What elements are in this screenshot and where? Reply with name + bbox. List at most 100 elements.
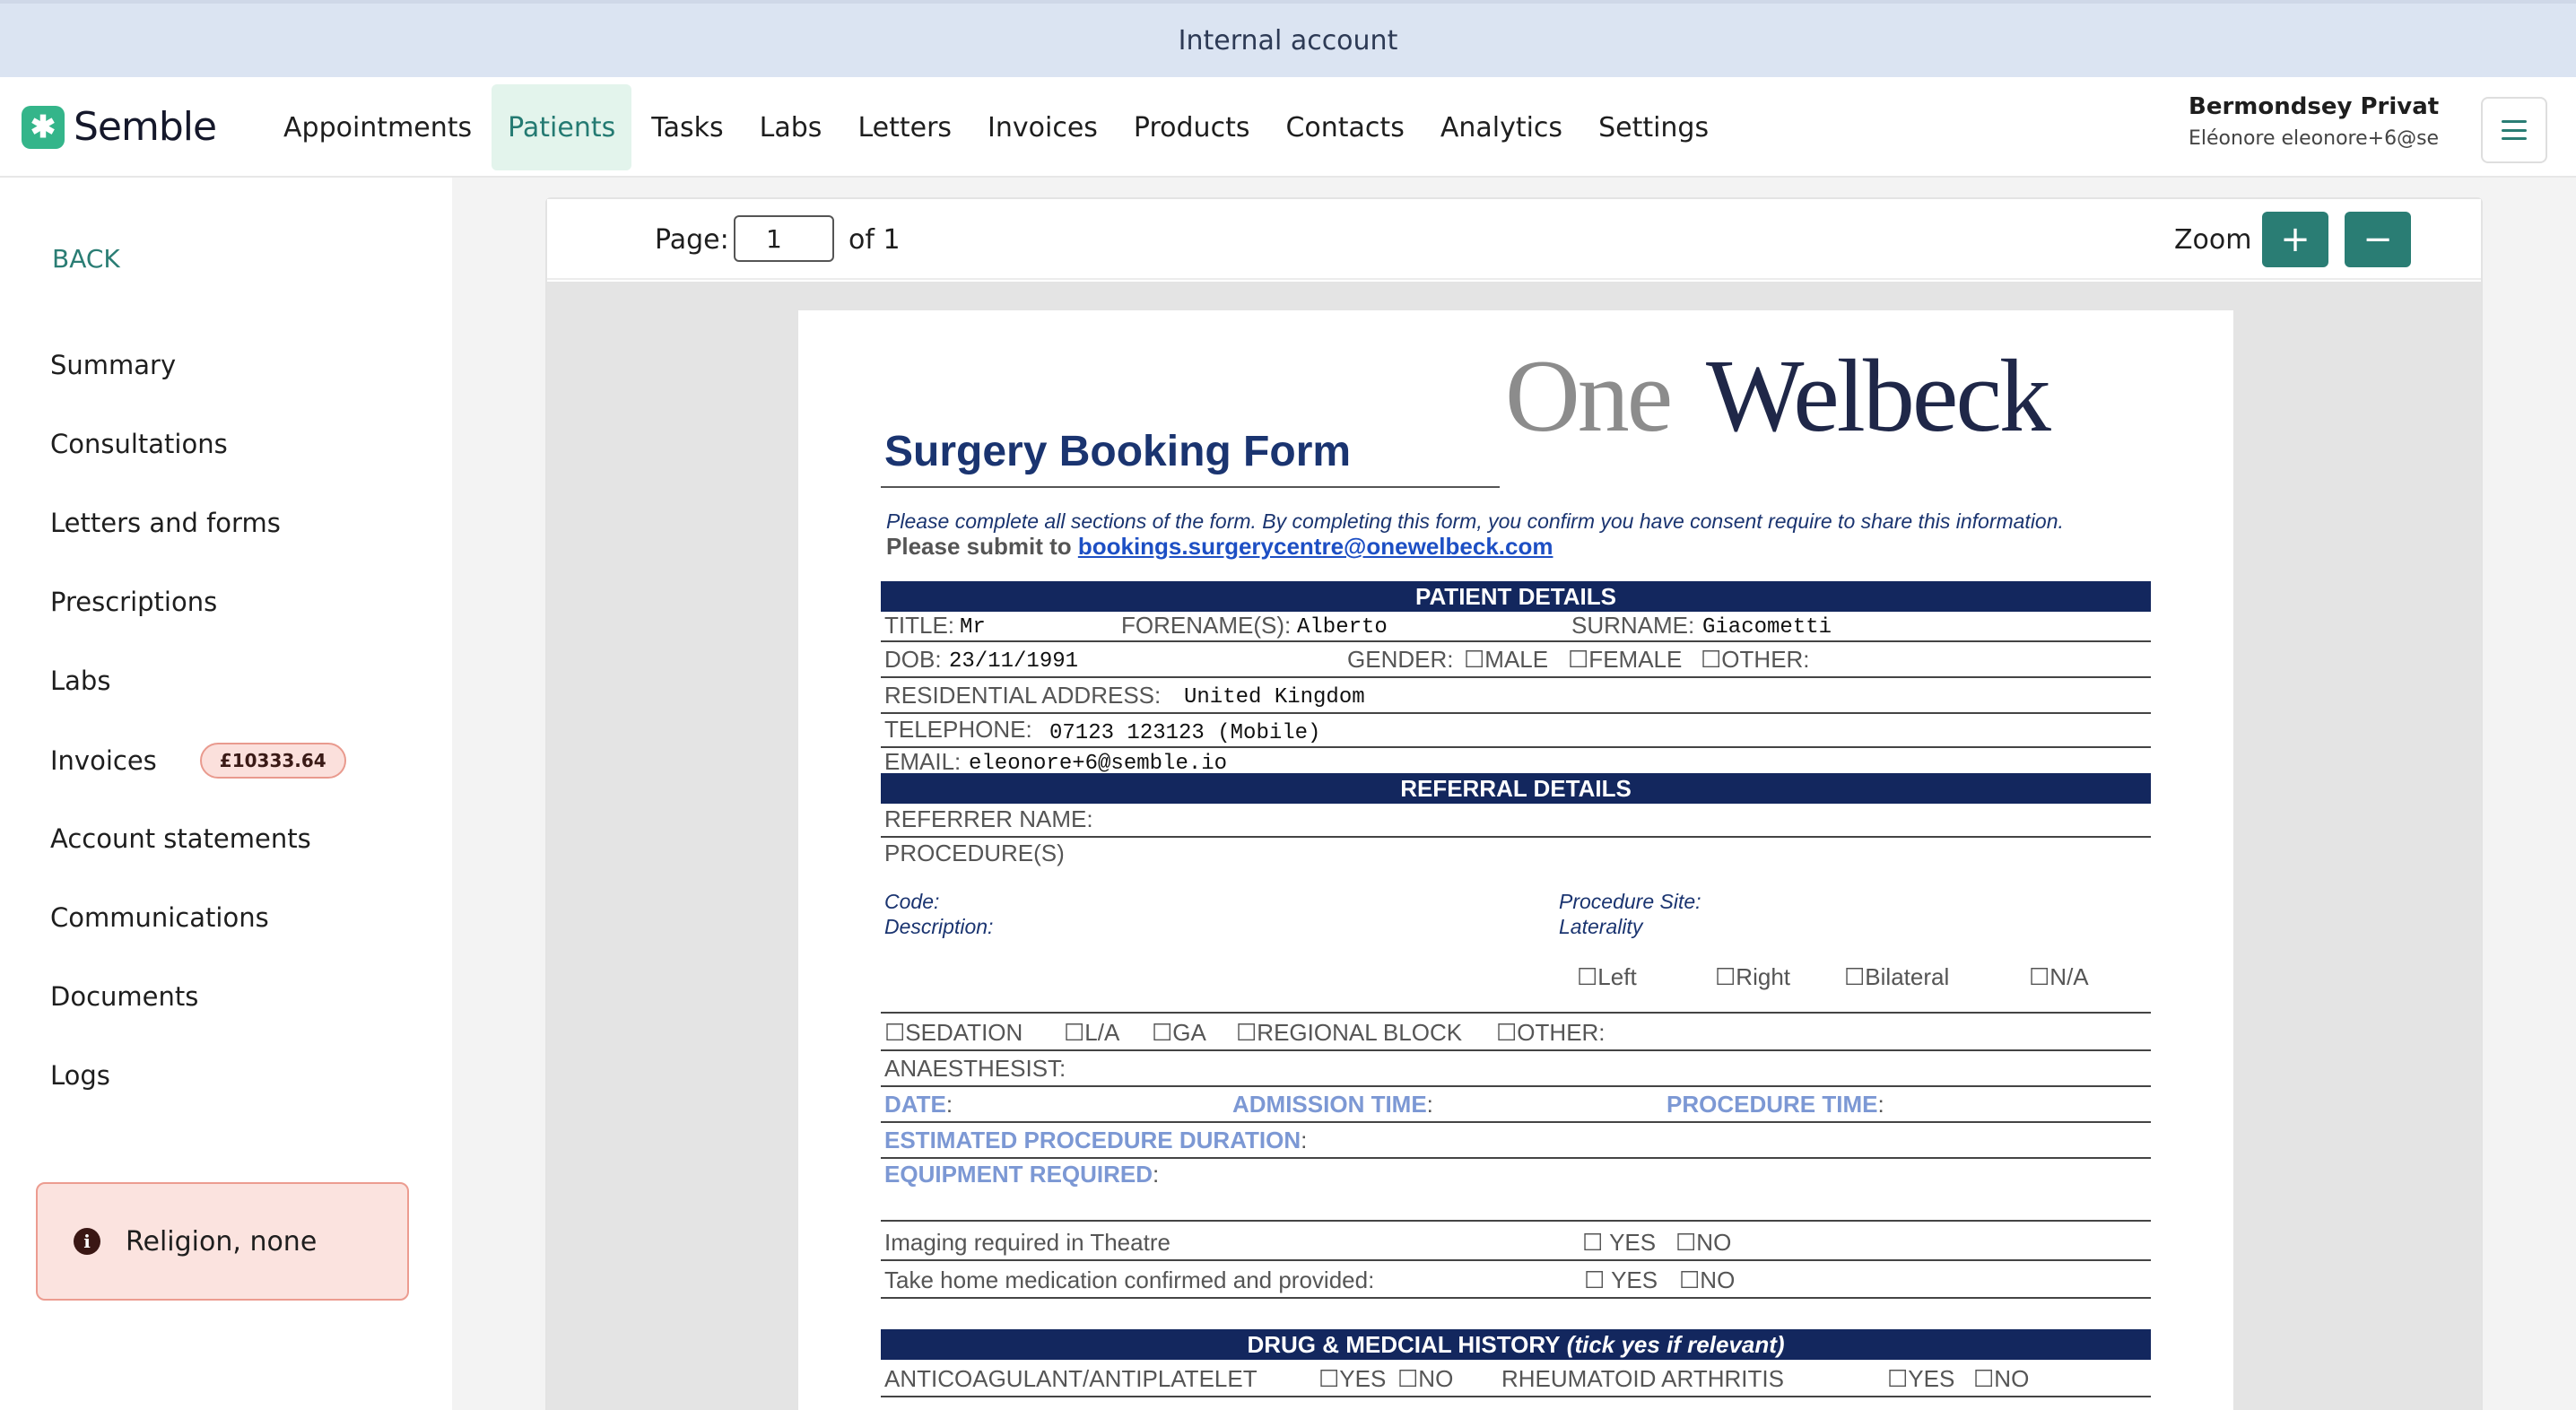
sidebar-item-logs[interactable]: Logs xyxy=(50,1060,110,1091)
back-link[interactable]: BACK xyxy=(52,244,120,274)
laterality-label: Laterality xyxy=(1559,915,1643,938)
la-checkbox[interactable]: ☐L/A xyxy=(1064,1019,1119,1047)
laterality-right-checkbox[interactable]: ☐Right xyxy=(1715,963,1790,991)
nav-analytics[interactable]: Analytics xyxy=(1424,84,1579,170)
date-label: DATE xyxy=(884,1091,946,1118)
submit-line: Please submit to bookings.surgerycentre@… xyxy=(886,533,1553,561)
history-header-main: DRUG & MEDCIAL HISTORY xyxy=(1247,1330,1561,1358)
patient-details-header: PATIENT DETAILS xyxy=(881,581,2151,612)
sidebar-item-invoices[interactable]: Invoices £10333.64 xyxy=(50,743,346,779)
nav-products[interactable]: Products xyxy=(1118,84,1266,170)
pdf-viewer: Page: of 1 Zoom + − One Welbeck Surgery … xyxy=(545,197,2483,1410)
admission-time-field: ADMISSION TIME: xyxy=(1232,1091,1433,1118)
forename-label: FORENAME(S): xyxy=(1121,612,1292,639)
procedure-time-field: PROCEDURE TIME: xyxy=(1667,1091,1884,1118)
nav-invoices[interactable]: Invoices xyxy=(971,84,1114,170)
anticoagulant-yes-checkbox[interactable]: ☐YES xyxy=(1318,1365,1386,1393)
zoom-label: Zoom xyxy=(2174,224,2252,256)
laterality-na-checkbox[interactable]: ☐N/A xyxy=(2029,963,2089,991)
rheumatoid-no-checkbox[interactable]: ☐NO xyxy=(1973,1365,2029,1393)
nav-tasks[interactable]: Tasks xyxy=(635,84,739,170)
row-divider xyxy=(881,1012,2151,1014)
procedure-time-label: PROCEDURE TIME xyxy=(1667,1091,1878,1118)
hamburger-icon xyxy=(2502,120,2527,140)
regional-block-checkbox[interactable]: ☐REGIONAL BLOCK xyxy=(1236,1019,1462,1047)
main-nav: Appointments Patients Tasks Labs Letters… xyxy=(267,84,1728,170)
account-switcher[interactable]: Bermondsey Private ... Eléonore eleonore… xyxy=(2189,93,2440,150)
rheumatoid-yes-checkbox[interactable]: ☐YES xyxy=(1887,1365,1954,1393)
medication-no-checkbox[interactable]: ☐NO xyxy=(1679,1266,1735,1294)
sidebar-item-consultations[interactable]: Consultations xyxy=(50,429,228,459)
sidebar-item-summary[interactable]: Summary xyxy=(50,350,176,380)
sidebar-item-label: Labs xyxy=(50,666,111,696)
nav-appointments[interactable]: Appointments xyxy=(267,84,488,170)
dob-label: DOB: xyxy=(884,646,942,673)
top-navigation: ✱ Semble Appointments Patients Tasks Lab… xyxy=(0,77,2576,178)
row-divider xyxy=(881,712,2151,714)
row-divider xyxy=(881,1085,2151,1087)
title-value: Mr xyxy=(960,615,986,640)
sidebar-item-label: Logs xyxy=(50,1060,110,1091)
imaging-yes-checkbox[interactable]: ☐ YES xyxy=(1582,1229,1656,1257)
anaesthesia-other-checkbox[interactable]: ☐OTHER: xyxy=(1496,1019,1606,1047)
gender-male-checkbox[interactable]: ☐MALE xyxy=(1464,646,1548,674)
document-canvas[interactable]: One Welbeck Surgery Booking Form Please … xyxy=(547,282,2481,1410)
zoom-in-button[interactable]: + xyxy=(2262,212,2328,267)
row-divider xyxy=(881,640,2151,642)
gender-female-checkbox[interactable]: ☐FEMALE xyxy=(1568,646,1682,674)
forename-value: Alberto xyxy=(1297,615,1388,640)
nav-patients[interactable]: Patients xyxy=(492,84,632,170)
laterality-bilateral-checkbox[interactable]: ☐Bilateral xyxy=(1844,963,1949,991)
title-underline xyxy=(881,486,1500,488)
sidebar-item-letters-and-forms[interactable]: Letters and forms xyxy=(50,508,281,538)
sedation-checkbox[interactable]: ☐SEDATION xyxy=(884,1019,1023,1047)
page-number-input[interactable] xyxy=(734,215,834,262)
nav-settings[interactable]: Settings xyxy=(1582,84,1725,170)
alert-text: Religion, none xyxy=(126,1225,318,1258)
row-divider xyxy=(881,1396,2151,1397)
ga-checkbox[interactable]: ☐GA xyxy=(1152,1019,1206,1047)
submit-email-link[interactable]: bookings.surgerycentre@onewelbeck.com xyxy=(1078,533,1553,560)
sidebar-item-communications[interactable]: Communications xyxy=(50,902,269,933)
anticoagulant-no-checkbox[interactable]: ☐NO xyxy=(1397,1365,1453,1393)
sidebar-item-documents[interactable]: Documents xyxy=(50,981,198,1012)
laterality-left-checkbox[interactable]: ☐Left xyxy=(1577,963,1637,991)
code-label: Code: xyxy=(884,890,940,913)
duration-label: ESTIMATED PROCEDURE DURATION xyxy=(884,1127,1301,1153)
form-title: Surgery Booking Form xyxy=(884,428,1352,475)
procedure-site-label: Procedure Site: xyxy=(1559,890,1701,913)
telephone-value: 07123 123123 (Mobile) xyxy=(1049,721,1321,745)
row-divider xyxy=(881,1220,2151,1222)
medication-yes-checkbox[interactable]: ☐ YES xyxy=(1584,1266,1658,1294)
sidebar-item-label: Letters and forms xyxy=(50,508,281,538)
row-divider xyxy=(881,1297,2151,1299)
address-label: RESIDENTIAL ADDRESS: xyxy=(884,682,1162,709)
anaesthesist-label: ANAESTHESIST: xyxy=(884,1055,1066,1082)
history-header-italic: (tick yes if relevant) xyxy=(1566,1330,1785,1358)
form-instructions: Please complete all sections of the form… xyxy=(886,509,2064,533)
sidebar-item-account-statements[interactable]: Account statements xyxy=(50,823,311,854)
sidebar-item-labs[interactable]: Labs xyxy=(50,666,110,696)
gender-other-checkbox[interactable]: ☐OTHER: xyxy=(1701,646,1810,674)
nav-labs[interactable]: Labs xyxy=(744,84,839,170)
nav-letters[interactable]: Letters xyxy=(841,84,968,170)
invoice-balance-badge: £10333.64 xyxy=(199,743,346,779)
date-field: DATE: xyxy=(884,1091,953,1118)
imaging-no-checkbox[interactable]: ☐NO xyxy=(1675,1229,1731,1257)
semble-logo[interactable]: ✱ Semble xyxy=(22,104,217,150)
sidebar-item-label: Consultations xyxy=(50,429,228,459)
sidebar-item-prescriptions[interactable]: Prescriptions xyxy=(50,587,217,617)
referral-details-header: REFERRAL DETAILS xyxy=(881,773,2151,804)
menu-button[interactable] xyxy=(2481,97,2547,163)
document-page: One Welbeck Surgery Booking Form Please … xyxy=(798,310,2233,1410)
procedures-label: PROCEDURE(S) xyxy=(884,840,1065,866)
semble-logo-icon: ✱ xyxy=(22,105,65,149)
zoom-out-button[interactable]: − xyxy=(2345,212,2411,267)
equipment-field: EQUIPMENT REQUIRED: xyxy=(884,1161,1160,1188)
row-divider xyxy=(881,836,2151,838)
rheumatoid-label: RHEUMATOID ARTHRITIS xyxy=(1501,1365,1784,1392)
surname-value: Giacometti xyxy=(1702,615,1832,640)
nav-contacts[interactable]: Contacts xyxy=(1269,84,1420,170)
address-value: United Kingdom xyxy=(1184,685,1365,709)
email-value: eleonore+6@semble.io xyxy=(969,752,1228,776)
